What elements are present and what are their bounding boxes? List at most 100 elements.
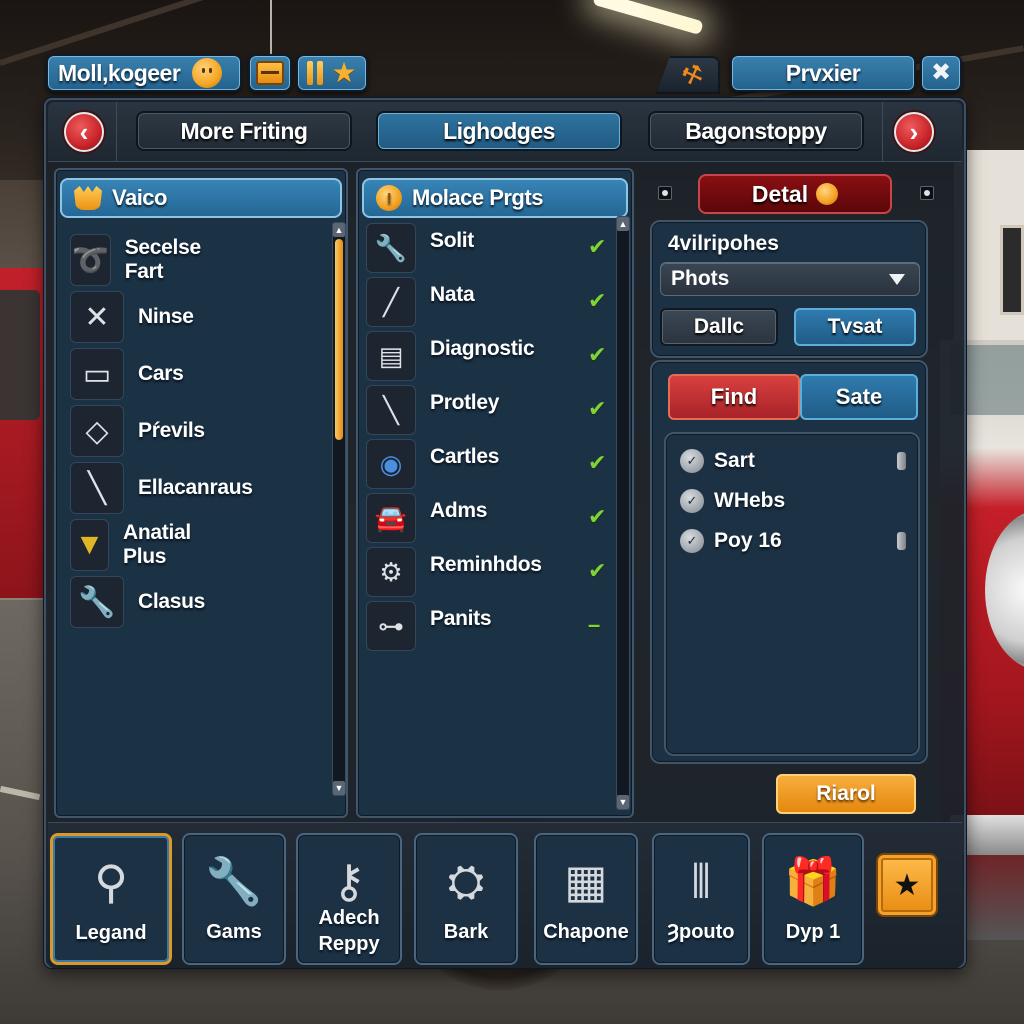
slot-label: Gams — [206, 921, 262, 943]
tvsat-button[interactable]: Tvsat — [794, 308, 916, 346]
toggle-switch[interactable] — [897, 532, 906, 550]
slot-label: Ȝpouto — [667, 921, 735, 943]
slot-chapone[interactable]: ▦ Chapone — [534, 833, 638, 965]
slot-gams[interactable]: 🔧 Gams — [182, 833, 286, 965]
list-item[interactable]: ▤ Diagnostic ✔ — [366, 328, 606, 384]
list-item[interactable]: ▼ Anatial Plus — [70, 517, 206, 573]
tab-more-friting[interactable]: More Friting — [136, 111, 352, 151]
option-item[interactable]: ✓ Poy 16 — [680, 526, 906, 556]
slot-bark[interactable]: ⛭ Bark — [414, 833, 518, 965]
list-item[interactable]: ◉ Cartles ✔ — [366, 436, 606, 492]
scroll-up-icon[interactable]: ▲ — [617, 217, 629, 231]
list-item[interactable]: ╲ Ellacanraus — [70, 460, 253, 516]
list-item[interactable]: 🔧 Solit ✔ — [366, 220, 606, 276]
tab-lighodges[interactable]: Lighodges — [376, 111, 622, 151]
find-button[interactable]: Find — [668, 374, 800, 420]
item-label: Cartles — [430, 445, 500, 468]
left-column-header: Vaico — [60, 178, 342, 218]
scrollbar-thumb[interactable] — [335, 239, 343, 441]
tab-label: More Friting — [180, 117, 308, 144]
list-item[interactable]: ⚙ Reminhdos ✔ — [366, 544, 606, 600]
photos-dropdown[interactable]: Phots — [660, 262, 920, 296]
list-item[interactable]: ▭ Cars — [70, 346, 184, 402]
crown-icon — [74, 186, 102, 210]
list-item[interactable]: ╲ Protley ✔ — [366, 382, 606, 438]
slot-dyp-1[interactable]: 🎁 Dyp 1 — [762, 833, 864, 965]
player-name-pill[interactable]: Moll,kogeer — [46, 54, 242, 92]
riarol-button[interactable]: Riarol — [776, 774, 916, 814]
item-label: Adms — [430, 499, 488, 522]
list-item[interactable]: 🚘 Adms ✔ — [366, 490, 606, 546]
close-button[interactable]: ✖ — [920, 54, 962, 92]
scroll-up-icon[interactable]: ▲ — [333, 223, 345, 237]
options-box: Find Sate ✓ Sart ✓ WHebs ✓ Poy 16 — [650, 360, 928, 764]
tab-bagonstoppy[interactable]: Bagonstoppy — [648, 111, 864, 151]
pickaxe-icon: ⚒ — [678, 58, 708, 92]
list-item[interactable]: ◇ Pŕevils — [70, 403, 205, 459]
socket-wrench-icon: ⚷ — [332, 855, 366, 907]
shield-check-icon: ✓ — [680, 449, 704, 473]
detail-title: Detal — [751, 180, 809, 207]
check-icon: ✔ — [588, 504, 607, 529]
bottom-toolbar: ★ ⚲ Legand 🔧 Gams ⚷ Adech Reppy ⛭ Bark ▦ Chapone ⫴… — [48, 822, 962, 968]
spanner-icon: ╲ — [366, 385, 416, 435]
item-label: Protley — [430, 391, 500, 414]
gold-emblem-icon: ▼ — [70, 519, 109, 571]
check-icon: ✔ — [588, 288, 607, 313]
ring-icon: ◇ — [70, 405, 124, 457]
sate-button[interactable]: Sate — [800, 374, 918, 420]
chest-button[interactable] — [248, 54, 292, 92]
list-item[interactable]: ➰ Secelse Fart — [70, 232, 214, 288]
car-window — [0, 290, 40, 420]
pause-favorite-button[interactable]: ★ — [296, 54, 368, 92]
check-icon: ✔ — [588, 558, 607, 583]
left-scrollbar[interactable]: ▲ ▼ — [332, 222, 346, 796]
shield-check-icon: ✓ — [680, 489, 704, 513]
slot-label: Adech Reppy — [318, 907, 380, 955]
compass-icon: ◉ — [366, 439, 416, 489]
item-label: Solit — [430, 229, 474, 252]
slot-adech-reppy[interactable]: ⚷ Adech Reppy — [296, 833, 402, 965]
slot-legand[interactable]: ⚲ Legand — [50, 833, 172, 965]
list-item[interactable]: ⊶ Panits – — [366, 598, 600, 654]
scroll-down-icon[interactable]: ▼ — [617, 795, 629, 809]
option-item[interactable]: ✓ Sart — [680, 446, 906, 476]
button-label: Dallc — [693, 315, 745, 338]
crossed-tools-icon: ✕ — [70, 291, 124, 343]
list-item[interactable]: 🔧 Clasus — [70, 574, 205, 630]
button-label: Tvsat — [827, 315, 883, 338]
list-item[interactable]: ╱ Nata ✔ — [366, 274, 606, 330]
slot-label: Legand — [75, 922, 147, 944]
indicator-dot — [920, 186, 934, 200]
spark-plug-icon: ⊶ — [366, 601, 416, 651]
favorite-button[interactable]: ★ — [876, 853, 938, 917]
indicator-dot — [658, 186, 672, 200]
filter-box: 4vilripohes Phots Dallc Tvsat — [650, 220, 928, 358]
next-tab-button[interactable]: › — [894, 112, 934, 152]
item-label: Ellacanraus — [138, 476, 253, 499]
dropdown-value: Phots — [671, 267, 730, 290]
scroll-down-icon[interactable]: ▼ — [333, 781, 345, 795]
star-icon: ★ — [331, 57, 357, 88]
right-title: Prvxier — [785, 59, 861, 86]
prev-tab-button[interactable]: ‹ — [64, 112, 104, 152]
toggle-switch[interactable] — [897, 452, 906, 470]
wrench-icon: 🔧 — [70, 576, 124, 628]
chevron-left-icon: ‹ — [79, 116, 89, 147]
monitor-icon: ▦ — [564, 855, 608, 907]
slot--pouto[interactable]: ⫴ Ȝpouto — [652, 833, 750, 965]
item-label: Anatial Plus — [122, 521, 191, 568]
exhaust-icon: ⫴ — [691, 855, 711, 907]
middle-scrollbar[interactable]: ▲ ▼ — [616, 216, 630, 810]
car-part-icon: ▭ — [70, 348, 124, 400]
dallc-button[interactable]: Dallc — [660, 308, 778, 346]
tab-bar: ‹ More Friting Lighodges Bagonstoppy › — [48, 102, 962, 162]
tool-clamp-icon: ➰ — [70, 234, 111, 286]
list-item[interactable]: ✕ Ninse — [70, 289, 194, 345]
check-icon: ✔ — [588, 342, 607, 367]
option-item[interactable]: ✓ WHebs — [680, 486, 906, 516]
title-pill[interactable]: Prvxier — [730, 54, 916, 92]
smiley-coin-icon — [192, 58, 223, 88]
item-label: Ninse — [138, 305, 194, 328]
diagnostic-kit-icon: ▤ — [366, 331, 416, 381]
